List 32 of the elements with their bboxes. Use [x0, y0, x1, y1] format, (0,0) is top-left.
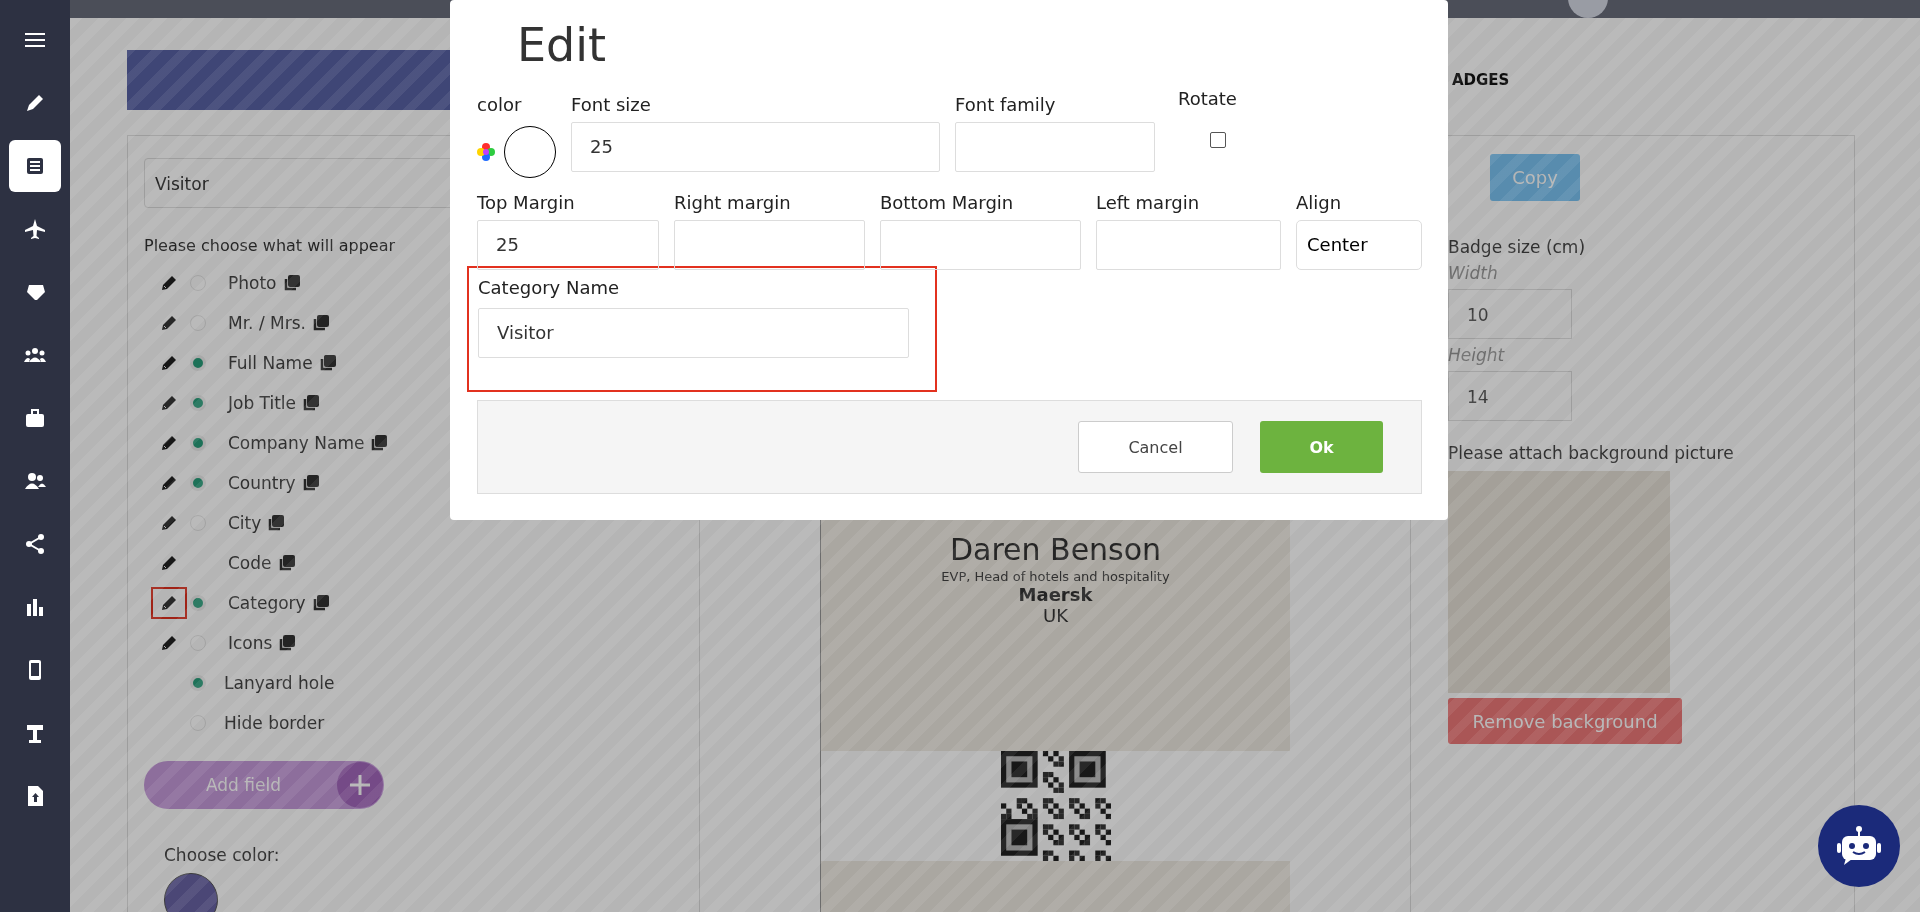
color-label: color	[477, 94, 523, 117]
field-label: Job Title	[228, 393, 297, 413]
field-label: Code	[228, 553, 272, 573]
badge-country: UK	[1043, 605, 1068, 626]
field-label: Rotate	[1178, 88, 1237, 111]
field-label: Category	[228, 593, 306, 613]
field-label: Icons	[228, 633, 273, 653]
field-label: Lanyard hole	[224, 673, 335, 693]
field-label: Category Name	[478, 276, 621, 300]
instruction-text: Please choose what will appear	[144, 236, 396, 255]
choose-color-label: Choose color:	[164, 845, 281, 865]
field-label: Bottom Margin	[880, 192, 1015, 215]
field-label: Align	[1296, 192, 1343, 215]
background-label: Please attach background picture	[1448, 443, 1734, 463]
field-label: Left margin	[1096, 192, 1201, 215]
field-label: Country	[228, 473, 296, 493]
height-label: Height	[1448, 345, 1505, 365]
field-label: Company Name	[228, 433, 365, 453]
badge-size-label: Badge size (cm)	[1448, 237, 1586, 257]
field-label: Hide border	[224, 713, 325, 733]
field-label: Mr. / Mrs.	[228, 313, 306, 333]
field-label: Font size	[571, 94, 652, 117]
field-label: Font family	[955, 94, 1057, 117]
badge-company: Maersk	[1018, 584, 1093, 605]
dialog-title: Edit	[517, 17, 608, 74]
field-label: Right margin	[674, 192, 792, 215]
width-label: Width	[1448, 263, 1498, 283]
field-label: Photo	[228, 273, 277, 293]
badge-name: Daren Benson	[949, 532, 1162, 567]
badge-job-title: EVP, Head of hotels and hospitality	[941, 569, 1170, 584]
field-label: Full Name	[228, 353, 313, 373]
field-label: City	[228, 513, 262, 533]
